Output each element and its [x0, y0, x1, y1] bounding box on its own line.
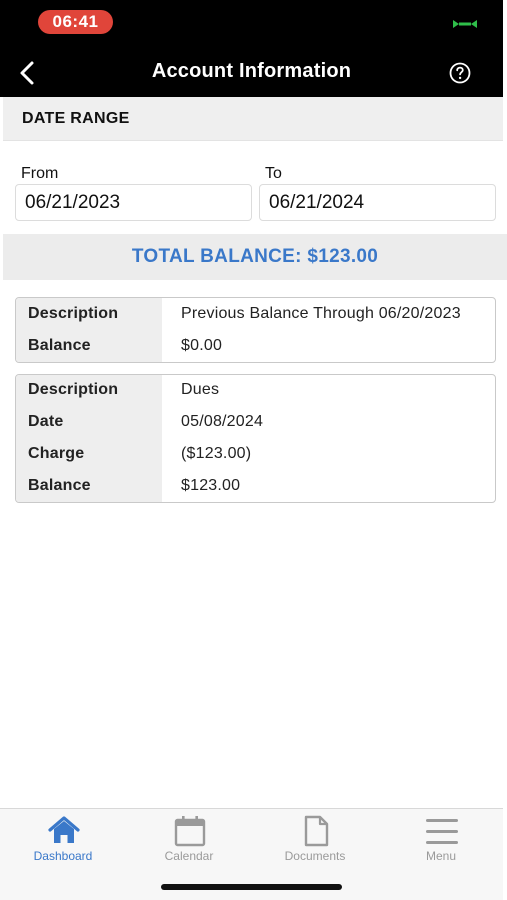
- help-button[interactable]: [448, 61, 472, 85]
- row-label: Balance: [28, 477, 91, 494]
- tab-documents[interactable]: Documents: [252, 809, 378, 869]
- row-label: Balance: [28, 337, 91, 354]
- menu-icon: [426, 819, 458, 844]
- from-date-input[interactable]: [15, 184, 252, 221]
- row-value: 05/08/2024: [181, 413, 264, 430]
- date-range-header: DATE RANGE: [3, 97, 503, 141]
- transaction-row: Date 05/08/2024: [16, 407, 495, 439]
- row-label: Charge: [28, 445, 85, 462]
- row-label: Date: [28, 413, 64, 430]
- row-value: $123.00: [181, 477, 241, 494]
- date-range-title: DATE RANGE: [22, 110, 130, 127]
- document-icon: [304, 815, 329, 847]
- home-indicator[interactable]: [161, 884, 342, 890]
- top-bar: 06:41 Account Information: [0, 0, 503, 97]
- tab-label: Menu: [425, 849, 457, 863]
- transaction-row: Description Dues: [16, 375, 495, 407]
- screen-mirroring-icon: [453, 20, 477, 28]
- total-balance: TOTAL BALANCE: $123.00: [131, 246, 379, 267]
- transaction-row: Charge ($123.00): [16, 439, 495, 471]
- to-date-input[interactable]: [259, 184, 496, 221]
- row-label: Description: [28, 381, 119, 398]
- tab-label: Documents: [284, 849, 346, 863]
- transaction-row: Description Previous Balance Through 06/…: [16, 299, 495, 331]
- transaction-card: Description Dues Date 05/08/2024 Charge …: [15, 374, 496, 503]
- transaction-row: Balance $0.00: [16, 331, 495, 362]
- transaction-row: Balance $123.00: [16, 471, 495, 502]
- tab-label: Dashboard: [33, 849, 93, 863]
- row-value: Previous Balance Through 06/20/2023: [181, 305, 461, 322]
- calendar-icon: [174, 816, 206, 847]
- page-title: Account Information: [151, 60, 352, 82]
- row-value: $0.00: [181, 337, 223, 354]
- tab-label: Calendar: [164, 849, 214, 863]
- status-time: 06:41: [38, 10, 113, 34]
- row-value: ($123.00): [181, 445, 252, 462]
- transaction-card: Description Previous Balance Through 06/…: [15, 297, 496, 363]
- tab-calendar[interactable]: Calendar: [126, 809, 252, 869]
- row-value: Dues: [181, 381, 220, 398]
- to-label: To: [265, 165, 282, 182]
- total-balance-bar: TOTAL BALANCE: $123.00: [3, 234, 507, 280]
- screen: 06:41 Account Information DATE RANGE Fro…: [0, 0, 507, 900]
- home-icon: [48, 816, 80, 843]
- tab-dashboard[interactable]: Dashboard: [0, 809, 126, 869]
- tab-menu[interactable]: Menu: [378, 809, 504, 869]
- row-label: Description: [28, 305, 119, 322]
- from-label: From: [21, 165, 59, 182]
